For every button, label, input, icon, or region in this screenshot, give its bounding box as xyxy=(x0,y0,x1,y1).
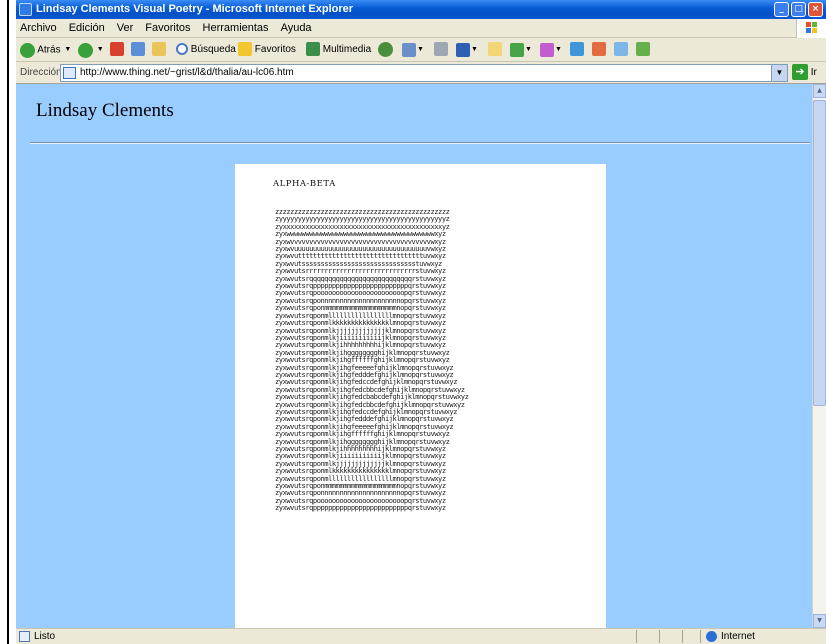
search-icon xyxy=(176,43,188,56)
back-label: Atrás xyxy=(37,44,61,56)
forward-button[interactable]: ▼ xyxy=(78,41,104,59)
windows-flag-icon xyxy=(806,22,818,34)
go-label: Ir xyxy=(810,67,817,78)
favorites-label: Favoritos xyxy=(254,44,296,55)
word-edit-icon xyxy=(456,43,470,57)
favorites-star-icon xyxy=(238,42,252,57)
window-icon xyxy=(570,42,584,57)
address-input[interactable]: http://www.thing.net/~grist/l&d/thalia/a… xyxy=(60,64,788,82)
flag-icon xyxy=(592,42,606,57)
print-button[interactable] xyxy=(434,41,448,59)
browser-window: Lindsay Clements Visual Poetry - Microso… xyxy=(16,0,826,644)
extra-button-2[interactable] xyxy=(592,41,606,59)
history-button[interactable] xyxy=(378,41,393,59)
maximize-button[interactable]: □ xyxy=(791,2,806,17)
menu-bar: Archivo Edición Ver Favoritos Herramientas Ay… xyxy=(16,19,826,38)
standard-toolbar: Atrás ▼ ▼ Búsqueda Favoritos Multimedia … xyxy=(16,38,826,62)
home-icon xyxy=(152,42,166,57)
discuss-icon xyxy=(488,42,502,57)
poem-title: ALPHA-BETA xyxy=(273,179,336,189)
refresh-button[interactable] xyxy=(131,41,145,59)
media-label: Multimedia xyxy=(322,44,372,55)
mail-icon xyxy=(402,43,416,57)
media-button[interactable]: Multimedia xyxy=(306,41,371,59)
back-button[interactable]: Atrás ▼ xyxy=(20,41,71,59)
scrollbar-thumb[interactable] xyxy=(813,100,826,406)
poem-line: zyxwvutsrqpppppppppppppppppppppppppqrstu… xyxy=(275,503,446,513)
status-bar: Listo Internet xyxy=(16,628,826,644)
go-button[interactable]: ➔ Ir xyxy=(792,64,817,82)
messenger-dropdown-icon[interactable]: ▼ xyxy=(525,46,532,53)
go-arrow-icon: ➔ xyxy=(792,64,808,81)
title-bar[interactable]: Lindsay Clements Visual Poetry - Microso… xyxy=(16,0,826,19)
scroll-up-icon[interactable]: ▲ xyxy=(813,84,826,98)
bookmark-icon xyxy=(614,42,628,57)
status-text: Listo xyxy=(34,631,56,642)
page-content: Lindsay Clements ALPHA-BETA zzzzzzzzzzzz… xyxy=(16,84,812,628)
stop-button[interactable] xyxy=(110,41,124,59)
search-label: Búsqueda xyxy=(190,44,236,55)
vertical-scrollbar[interactable]: ▲ ▼ xyxy=(812,84,826,628)
user-icon xyxy=(636,42,650,57)
favorites-button[interactable]: Favoritos xyxy=(238,41,296,59)
search-button[interactable]: Búsqueda xyxy=(176,41,236,59)
internet-globe-icon xyxy=(706,631,717,642)
address-url[interactable]: http://www.thing.net/~grist/l&d/thalia/a… xyxy=(80,65,294,81)
back-dropdown-icon[interactable]: ▼ xyxy=(64,46,71,53)
refresh-icon xyxy=(131,42,145,57)
minimize-button[interactable]: _ xyxy=(774,2,789,17)
window-title: Lindsay Clements Visual Poetry - Microso… xyxy=(36,3,354,15)
menu-ver[interactable]: Ver xyxy=(111,19,140,38)
edit-dropdown-icon[interactable]: ▼ xyxy=(471,46,478,53)
edge-line xyxy=(7,0,9,644)
status-divider xyxy=(659,630,660,643)
forward-dropdown-icon[interactable]: ▼ xyxy=(97,46,104,53)
extra-button-4[interactable] xyxy=(636,41,650,59)
ie-icon xyxy=(19,3,32,16)
print-icon xyxy=(434,42,448,57)
visual-poem-image: ALPHA-BETA zzzzzzzzzzzzzzzzzzzzzzzzzzzzz… xyxy=(235,164,606,628)
status-divider xyxy=(700,630,701,643)
poem-lines: zzzzzzzzzzzzzzzzzzzzzzzzzzzzzzzzzzzzzzzz… xyxy=(275,208,575,512)
desktop-edge xyxy=(0,0,16,644)
extra-button-3[interactable] xyxy=(614,41,628,59)
research-button[interactable]: ▼ xyxy=(540,41,562,59)
security-zone: Internet xyxy=(721,631,755,642)
research-icon xyxy=(540,43,554,57)
menu-ayuda[interactable]: Ayuda xyxy=(275,19,318,38)
address-dropdown-icon[interactable]: ▼ xyxy=(771,65,787,81)
edit-button[interactable]: ▼ xyxy=(456,41,478,59)
page-heading: Lindsay Clements xyxy=(36,100,174,121)
scroll-down-icon[interactable]: ▼ xyxy=(813,614,826,628)
page-icon xyxy=(63,67,76,79)
page-status-icon xyxy=(19,631,30,642)
horizontal-rule xyxy=(30,142,810,144)
stop-icon xyxy=(110,42,124,57)
history-icon xyxy=(378,41,393,57)
close-button[interactable]: × xyxy=(808,2,823,17)
address-label: Dirección xyxy=(20,67,62,78)
menu-herramientas[interactable]: Herramientas xyxy=(197,19,275,38)
menu-archivo[interactable]: Archivo xyxy=(16,19,63,38)
mail-dropdown-icon[interactable]: ▼ xyxy=(417,46,424,53)
status-divider xyxy=(636,630,637,643)
discuss-button[interactable] xyxy=(488,41,502,59)
windows-logo xyxy=(796,19,826,38)
status-divider xyxy=(682,630,683,643)
menu-edicion[interactable]: Edición xyxy=(63,19,111,38)
home-button[interactable] xyxy=(152,41,166,59)
address-bar: Dirección http://www.thing.net/~grist/l&… xyxy=(16,62,826,84)
back-arrow-icon xyxy=(20,42,35,58)
menu-favoritos[interactable]: Favoritos xyxy=(139,19,196,38)
extra-button-1[interactable] xyxy=(570,41,584,59)
messenger-button[interactable]: ▼ xyxy=(510,41,532,59)
mail-button[interactable]: ▼ xyxy=(402,41,424,59)
forward-arrow-icon xyxy=(78,42,93,58)
media-icon xyxy=(306,42,320,57)
research-dropdown-icon[interactable]: ▼ xyxy=(555,46,562,53)
messenger-icon xyxy=(510,43,524,57)
